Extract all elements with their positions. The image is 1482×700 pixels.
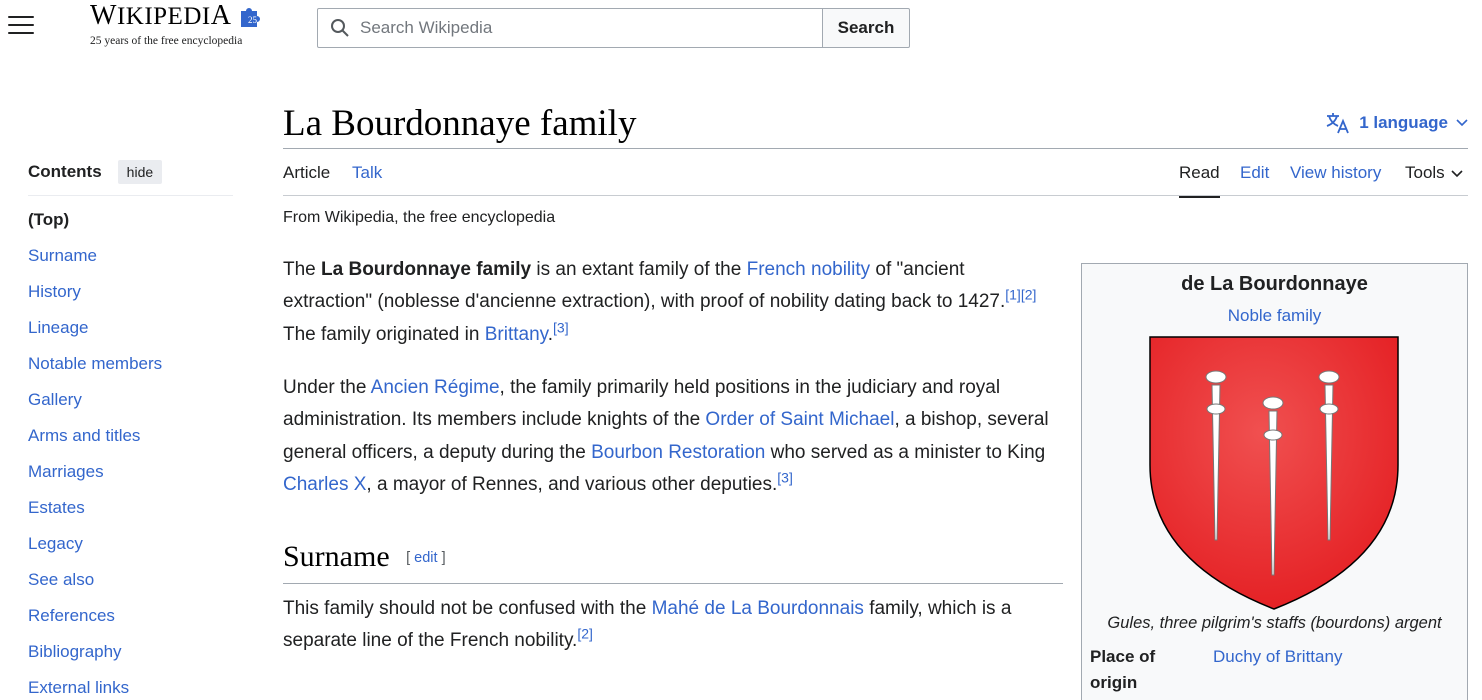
toc-item-see-also[interactable]: See also	[28, 570, 94, 589]
chevron-down-icon	[1456, 119, 1468, 127]
section-edit: [ edit ]	[406, 550, 446, 566]
toc-divider	[28, 195, 233, 196]
link-ancien-regime[interactable]: Ancien Régime	[371, 377, 500, 398]
infobox-subtitle-link[interactable]: Noble family	[1228, 306, 1322, 325]
section-heading-surname: Surname [ edit ]	[283, 538, 1063, 584]
reference-link[interactable]: [3]	[553, 319, 569, 335]
search-button[interactable]: Search	[823, 8, 910, 48]
toc-item-history[interactable]: History	[28, 282, 81, 301]
tab-edit[interactable]: Edit	[1240, 162, 1269, 184]
tools-menu[interactable]: Tools	[1405, 162, 1463, 184]
link-mahe-de-la-bourdonnais[interactable]: Mahé de La Bourdonnais	[652, 598, 864, 619]
infobox-caption: Gules, three pilgrim's staffs (bourdons)…	[1107, 614, 1442, 632]
link-brittany[interactable]: Brittany	[485, 324, 548, 345]
table-of-contents: Contents hide (Top) Surname History Line…	[28, 158, 233, 700]
reference-link[interactable]: [3]	[777, 470, 793, 486]
link-french-nobility[interactable]: French nobility	[747, 259, 871, 280]
main-menu-button[interactable]	[8, 16, 34, 38]
toc-item-arms-and-titles[interactable]: Arms and titles	[28, 426, 140, 445]
link-bourbon-restoration[interactable]: Bourbon Restoration	[591, 442, 765, 463]
wikipedia-logo[interactable]: WIKIPEDIA 25 25 years of the free encycl…	[90, 2, 270, 52]
link-charles-x[interactable]: Charles X	[283, 474, 366, 495]
infobox-label: Place of origin	[1090, 647, 1156, 692]
toc-item-estates[interactable]: Estates	[28, 498, 85, 517]
section-edit-link[interactable]: edit	[414, 550, 437, 566]
toc-item-lineage[interactable]: Lineage	[28, 318, 89, 337]
toc-hide-button[interactable]: hide	[117, 160, 163, 184]
tab-read[interactable]: Read	[1179, 162, 1220, 198]
infobox-value-link[interactable]: Duchy of Brittany	[1213, 644, 1342, 670]
search-input[interactable]	[360, 18, 800, 38]
page-title: La Bourdonnaye family	[283, 103, 637, 144]
anniversary-badge: 25	[248, 15, 258, 25]
toc-title: Contents	[28, 162, 102, 181]
site-subtitle: From Wikipedia, the free encyclopedia	[283, 209, 556, 226]
surname-paragraph: This family should not be confused with …	[283, 598, 1012, 652]
toc-item-marriages[interactable]: Marriages	[28, 462, 104, 481]
tools-label: Tools	[1405, 163, 1445, 182]
toc-item-surname[interactable]: Surname	[28, 246, 97, 265]
language-button[interactable]: 1 language	[1325, 112, 1468, 134]
search-icon	[331, 19, 349, 37]
page-tabs: Article Talk Read Edit View history Tool…	[283, 158, 1468, 198]
section-title: Surname	[283, 540, 390, 573]
toc-item-references[interactable]: References	[28, 606, 115, 625]
toc-item-gallery[interactable]: Gallery	[28, 390, 82, 409]
language-label: 1 language	[1359, 113, 1448, 132]
language-icon	[1326, 113, 1350, 134]
infobox-title: de La Bourdonnaye	[1181, 273, 1368, 295]
search-box[interactable]	[317, 8, 823, 48]
tab-talk[interactable]: Talk	[352, 162, 382, 184]
tab-view-history[interactable]: View history	[1290, 162, 1381, 184]
search-form: Search	[317, 8, 910, 48]
tab-article[interactable]: Article	[283, 162, 330, 184]
intro-paragraph-1: The La Bourdonnaye family is an extant f…	[283, 259, 1037, 345]
toc-item-legacy[interactable]: Legacy	[28, 534, 83, 553]
tagline: 25 years of the free encyclopedia	[90, 35, 243, 47]
menu-icon	[8, 16, 34, 18]
toc-item-external-links[interactable]: External links	[28, 678, 129, 697]
chevron-down-icon	[1451, 169, 1463, 177]
toc-item-bibliography[interactable]: Bibliography	[28, 642, 122, 661]
puzzle-globe-icon: 25	[241, 8, 260, 27]
intro-paragraph-2: Under the Ancien Régime, the family prim…	[283, 377, 1049, 495]
infobox: de La Bourdonnaye Noble family Gules, th…	[1081, 263, 1468, 700]
toc-item-top[interactable]: (Top)	[28, 208, 233, 244]
coat-of-arms-image[interactable]	[1148, 335, 1400, 611]
reference-link[interactable]: [2]	[577, 626, 593, 642]
title-divider	[283, 148, 1468, 149]
link-order-of-saint-michael[interactable]: Order of Saint Michael	[705, 409, 894, 430]
reference-link[interactable]: [1]	[1005, 287, 1021, 303]
reference-link[interactable]: [2]	[1021, 287, 1037, 303]
article-subject: La Bourdonnaye family	[321, 259, 532, 280]
toc-item-notable-members[interactable]: Notable members	[28, 354, 162, 373]
